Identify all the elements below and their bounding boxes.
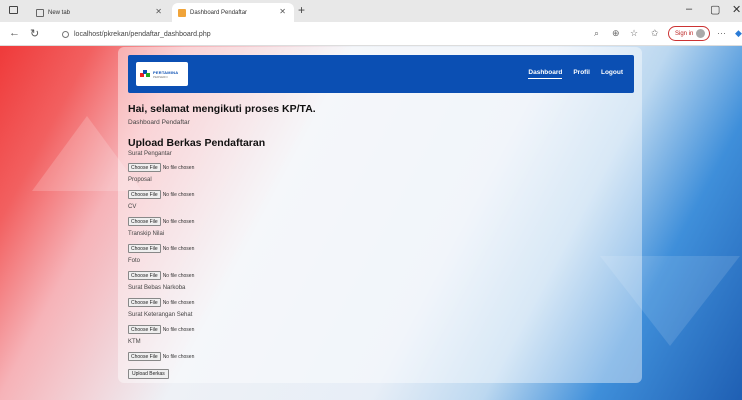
- dashboard-card: PERTAMINA PERSERO Dashboard Profil Logou…: [118, 47, 642, 383]
- file-input-surat-bebas-narkoba[interactable]: Choose File No file chosen: [128, 298, 194, 307]
- favorites-bar-icon[interactable]: ✩: [651, 28, 659, 39]
- sign-in-button[interactable]: Sign in: [668, 26, 711, 41]
- copilot-icon[interactable]: ◆: [735, 28, 742, 39]
- tab-dashboard[interactable]: Dashboard Pendaftar ✕: [172, 3, 294, 22]
- minimize-icon[interactable]: –: [686, 3, 692, 15]
- reload-icon[interactable]: ↻: [30, 27, 39, 40]
- browser-tab-bar: New tab ✕ Dashboard Pendaftar ✕ + – ▢ ✕: [0, 0, 742, 22]
- no-file-text: No file chosen: [162, 245, 195, 252]
- tab-new-tab[interactable]: New tab ✕: [30, 3, 170, 22]
- choose-file-button[interactable]: Choose File: [128, 271, 161, 280]
- close-tab-icon[interactable]: ✕: [279, 7, 286, 16]
- field-label-proposal: Proposal: [128, 177, 152, 183]
- tab-title: Dashboard Pendaftar: [190, 9, 248, 16]
- choose-file-button[interactable]: Choose File: [128, 244, 161, 253]
- site-info-icon[interactable]: [62, 30, 69, 38]
- back-icon[interactable]: ←: [9, 27, 20, 39]
- no-file-text: No file chosen: [162, 299, 195, 306]
- nav-links: Dashboard Profil Logout: [528, 69, 634, 79]
- new-tab-button[interactable]: +: [298, 3, 305, 17]
- close-tab-icon[interactable]: ✕: [155, 7, 162, 16]
- logo-mark-icon: [140, 69, 150, 79]
- nav-logout[interactable]: Logout: [601, 69, 623, 79]
- no-file-text: No file chosen: [162, 164, 195, 171]
- page-subtitle: Dashboard Pendaftar: [128, 119, 190, 126]
- navbar: PERTAMINA PERSERO Dashboard Profil Logou…: [128, 55, 634, 93]
- url-field[interactable]: localhost/pkrekan/pendaftar_dashboard.ph…: [62, 26, 582, 42]
- choose-file-button[interactable]: Choose File: [128, 163, 161, 172]
- field-label-cv: CV: [128, 204, 137, 210]
- more-icon[interactable]: ···: [717, 28, 726, 38]
- file-input-cv[interactable]: Choose File No file chosen: [128, 217, 194, 226]
- field-label-foto: Foto: [128, 258, 141, 264]
- upload-section-title: Upload Berkas Pendaftaran: [128, 137, 266, 149]
- field-label-ktm: KTM: [128, 339, 141, 345]
- favorite-icon[interactable]: ☆: [630, 28, 638, 39]
- file-input-surat-pengantar[interactable]: Choose File No file chosen: [128, 163, 194, 172]
- upload-berkas-button[interactable]: Upload Berkas: [128, 369, 169, 379]
- no-file-text: No file chosen: [162, 272, 195, 279]
- favicon-icon: [178, 8, 186, 17]
- close-window-icon[interactable]: ✕: [732, 3, 741, 16]
- field-label-transkip-nilai: Transkip Nilai: [128, 231, 165, 237]
- field-label-surat-keterangan-sehat: Surat Keterangan Sehat: [128, 312, 193, 318]
- logo-subtext: PERSERO: [153, 74, 168, 79]
- page-icon: [36, 8, 44, 17]
- zoom-icon[interactable]: ⊕: [612, 28, 620, 39]
- greeting-heading: Hai, selamat mengikuti proses KP/TA.: [128, 103, 316, 115]
- choose-file-button[interactable]: Choose File: [128, 352, 161, 361]
- no-file-text: No file chosen: [162, 353, 195, 360]
- choose-file-button[interactable]: Choose File: [128, 217, 161, 226]
- no-file-text: No file chosen: [162, 326, 195, 333]
- sign-in-label: Sign in: [675, 30, 694, 37]
- nav-profil[interactable]: Profil: [573, 69, 590, 79]
- nav-dashboard[interactable]: Dashboard: [528, 69, 563, 79]
- file-input-proposal[interactable]: Choose File No file chosen: [128, 190, 194, 199]
- file-input-surat-keterangan-sehat[interactable]: Choose File No file chosen: [128, 325, 194, 334]
- choose-file-button[interactable]: Choose File: [128, 325, 161, 334]
- tab-title: New tab: [48, 9, 71, 16]
- choose-file-button[interactable]: Choose File: [128, 190, 161, 199]
- file-input-foto[interactable]: Choose File No file chosen: [128, 271, 194, 280]
- maximize-icon[interactable]: ▢: [710, 3, 720, 16]
- avatar: [696, 29, 706, 38]
- search-icon[interactable]: ⌕: [594, 28, 599, 39]
- no-file-text: No file chosen: [162, 191, 195, 198]
- company-logo[interactable]: PERTAMINA PERSERO: [136, 62, 188, 86]
- page-viewport: PERTAMINA PERSERO Dashboard Profil Logou…: [0, 46, 742, 400]
- field-label-surat-pengantar: Surat Pengantar: [128, 151, 172, 157]
- logo-text: PERTAMINA: [153, 69, 179, 75]
- field-label-surat-bebas-narkoba: Surat Bebas Narkoba: [128, 285, 186, 291]
- file-input-ktm[interactable]: Choose File No file chosen: [128, 352, 194, 361]
- no-file-text: No file chosen: [162, 218, 195, 225]
- choose-file-button[interactable]: Choose File: [128, 298, 161, 307]
- address-bar: ← ↻ localhost/pkrekan/pendaftar_dashboar…: [0, 22, 742, 46]
- url-text: localhost/pkrekan/pendaftar_dashboard.ph…: [74, 30, 211, 38]
- file-input-transkip-nilai[interactable]: Choose File No file chosen: [128, 244, 194, 253]
